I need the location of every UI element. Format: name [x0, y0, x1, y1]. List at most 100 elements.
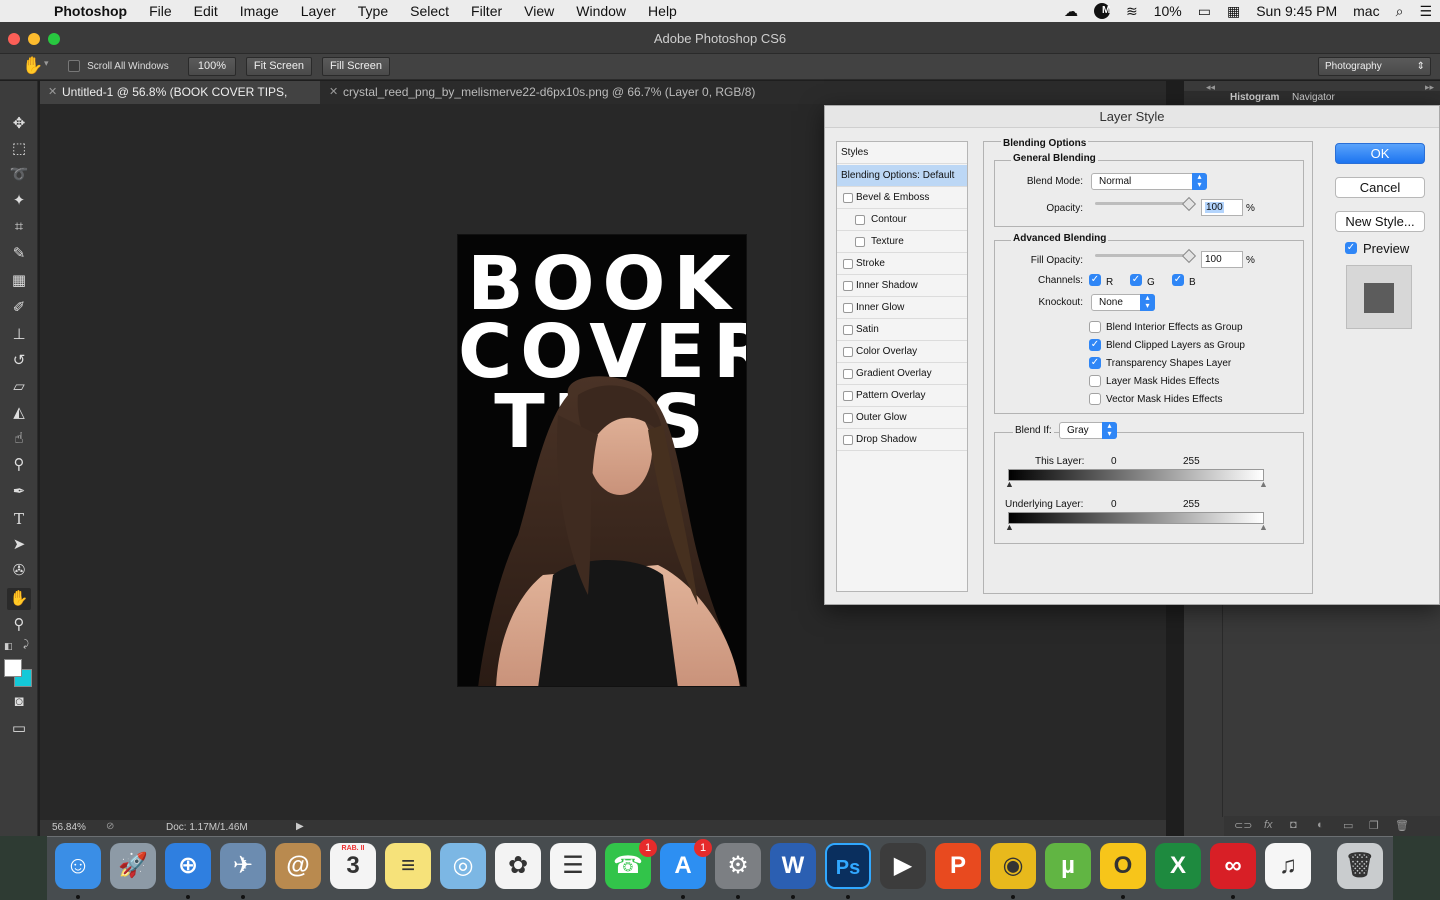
underlying-white-slider[interactable]: ▲: [1259, 522, 1268, 532]
smudge-tool-icon[interactable]: ☝: [7, 428, 31, 450]
style-checkbox[interactable]: [855, 237, 865, 247]
wifi-icon[interactable]: ≋: [1118, 3, 1146, 20]
excel-dock-icon[interactable]: X: [1155, 843, 1201, 889]
tab-crystal-reed[interactable]: ✕ crystal_reed_png_by_melismerve22-d6px1…: [321, 81, 761, 104]
finder-dock-icon[interactable]: ☺: [55, 843, 101, 889]
menu-file[interactable]: File: [138, 0, 183, 22]
advanced-option-checkbox[interactable]: [1089, 375, 1101, 387]
this-layer-black-slider[interactable]: ▲: [1005, 479, 1014, 489]
style-item[interactable]: Outer Glow: [837, 407, 967, 429]
menu-edit[interactable]: Edit: [183, 0, 229, 22]
scroll-all-windows-checkbox[interactable]: [68, 60, 80, 73]
add-mask-icon[interactable]: ◘: [1290, 819, 1297, 831]
clock[interactable]: Sun 9:45 PM: [1248, 3, 1345, 19]
fill-opacity-input[interactable]: 100: [1201, 251, 1243, 268]
menu-window[interactable]: Window: [565, 0, 637, 22]
zoom-100-button[interactable]: 100%: [188, 57, 236, 76]
spotlight-search-icon[interactable]: ⌕: [1388, 3, 1412, 20]
calendar-dock-icon[interactable]: 3 RAB. II: [330, 843, 376, 889]
style-checkbox[interactable]: [843, 369, 853, 379]
close-tab-icon[interactable]: ✕: [329, 81, 338, 104]
style-item[interactable]: Texture: [837, 231, 967, 253]
this-layer-white-slider[interactable]: ▲: [1259, 479, 1268, 489]
fx-icon[interactable]: fx: [1264, 819, 1273, 831]
style-checkbox[interactable]: [843, 413, 853, 423]
style-item[interactable]: Contour: [837, 209, 967, 231]
type-tool-icon[interactable]: T: [7, 508, 31, 530]
new-layer-icon[interactable]: ❐: [1369, 819, 1379, 832]
fill-screen-button[interactable]: Fill Screen: [322, 57, 390, 76]
menu-help[interactable]: Help: [637, 0, 688, 22]
foreground-color-swatch[interactable]: [4, 659, 22, 677]
m-status-icon[interactable]: M: [1093, 3, 1110, 19]
chrome-dock-icon[interactable]: ◉: [990, 843, 1036, 889]
trash-dock-icon[interactable]: 🗑: [1337, 843, 1383, 889]
photoshop-dock-icon[interactable]: Ps: [825, 843, 871, 889]
calendar-status-icon[interactable]: ▦: [1219, 3, 1248, 20]
adjustment-layer-icon[interactable]: ◐: [1317, 819, 1324, 831]
word-dock-icon[interactable]: W: [770, 843, 816, 889]
ok-button[interactable]: OK: [1335, 143, 1425, 164]
photos-dock-icon[interactable]: ✿: [495, 843, 541, 889]
document-canvas[interactable]: BOOK COVER TIPS: [457, 234, 747, 687]
hand-tool-icon[interactable]: ✋: [7, 588, 31, 610]
style-checkbox[interactable]: [843, 391, 853, 401]
zoom-level[interactable]: 56.84%: [52, 822, 86, 833]
history-brush-tool-icon[interactable]: ↺: [7, 350, 31, 372]
screen-mode-icon[interactable]: ▭: [7, 718, 31, 740]
magic-wand-tool-icon[interactable]: ✦: [7, 190, 31, 212]
tab-histogram[interactable]: Histogram: [1230, 92, 1279, 103]
notification-center-icon[interactable]: ☰: [1411, 3, 1440, 20]
menu-filter[interactable]: Filter: [460, 0, 513, 22]
hand-tool-preset-icon[interactable]: ✋: [22, 56, 43, 76]
quick-mask-icon[interactable]: ◙: [7, 691, 31, 713]
utorrent-dock-icon[interactable]: µ: [1045, 843, 1091, 889]
style-checkbox[interactable]: [843, 281, 853, 291]
channel-g-checkbox[interactable]: ✓: [1130, 274, 1142, 286]
export-icon[interactable]: ⊘: [106, 821, 114, 832]
channel-b-checkbox[interactable]: ✓: [1172, 274, 1184, 286]
underlying-black-slider[interactable]: ▲: [1005, 522, 1014, 532]
link-layers-icon[interactable]: ⊂⊃: [1234, 819, 1252, 832]
blend-if-select[interactable]: Gray ▴ ▾: [1059, 422, 1117, 439]
style-checkbox[interactable]: [843, 303, 853, 313]
opacity-input[interactable]: 100: [1201, 199, 1243, 216]
battery-percent[interactable]: 10%: [1146, 3, 1190, 19]
marquee-tool-icon[interactable]: ⬚: [7, 138, 31, 160]
styles-header[interactable]: Styles: [837, 142, 967, 164]
advanced-option-checkbox[interactable]: ✓: [1089, 339, 1101, 351]
style-item[interactable]: Drop Shadow: [837, 429, 967, 451]
shape-tool-icon[interactable]: ✇: [7, 560, 31, 582]
new-group-icon[interactable]: ▭: [1343, 819, 1353, 832]
paint-bucket-tool-icon[interactable]: ◭: [7, 402, 31, 424]
workspace-select[interactable]: Photography ⇕: [1318, 57, 1431, 76]
launchpad-dock-icon[interactable]: 🚀: [110, 843, 156, 889]
menu-image[interactable]: Image: [229, 0, 290, 22]
healing-brush-tool-icon[interactable]: ▦: [7, 270, 31, 292]
style-item[interactable]: Inner Glow: [837, 297, 967, 319]
dodge-tool-icon[interactable]: ⚲: [7, 454, 31, 476]
default-colors-icon[interactable]: ◧: [4, 641, 13, 652]
reminders-dock-icon[interactable]: ☰: [550, 843, 596, 889]
knockout-select[interactable]: None ▴ ▾: [1091, 294, 1155, 311]
crop-tool-icon[interactable]: ⌗: [7, 216, 31, 238]
new-style-button[interactable]: New Style...: [1335, 211, 1425, 232]
style-item[interactable]: Gradient Overlay: [837, 363, 967, 385]
battery-icon[interactable]: ▭: [1190, 3, 1219, 20]
style-item[interactable]: Satin: [837, 319, 967, 341]
style-checkbox[interactable]: [843, 259, 853, 269]
advanced-option-checkbox[interactable]: [1089, 393, 1101, 405]
notes-dock-icon[interactable]: ≡: [385, 843, 431, 889]
preview-dock-icon[interactable]: ✈: [220, 843, 266, 889]
cancel-button[interactable]: Cancel: [1335, 177, 1425, 198]
zoom-tool-icon[interactable]: ⚲: [7, 614, 31, 636]
style-checkbox[interactable]: [843, 193, 853, 203]
style-item[interactable]: Blending Options: Default: [837, 165, 967, 187]
opacity-slider[interactable]: [1095, 202, 1191, 205]
path-selection-tool-icon[interactable]: ➤: [7, 534, 31, 556]
style-checkbox[interactable]: [843, 347, 853, 357]
norton-dock-icon[interactable]: O: [1100, 843, 1146, 889]
fit-screen-button[interactable]: Fit Screen: [246, 57, 312, 76]
itunes-dock-icon[interactable]: ♫: [1265, 843, 1311, 889]
style-item[interactable]: Bevel & Emboss: [837, 187, 967, 209]
